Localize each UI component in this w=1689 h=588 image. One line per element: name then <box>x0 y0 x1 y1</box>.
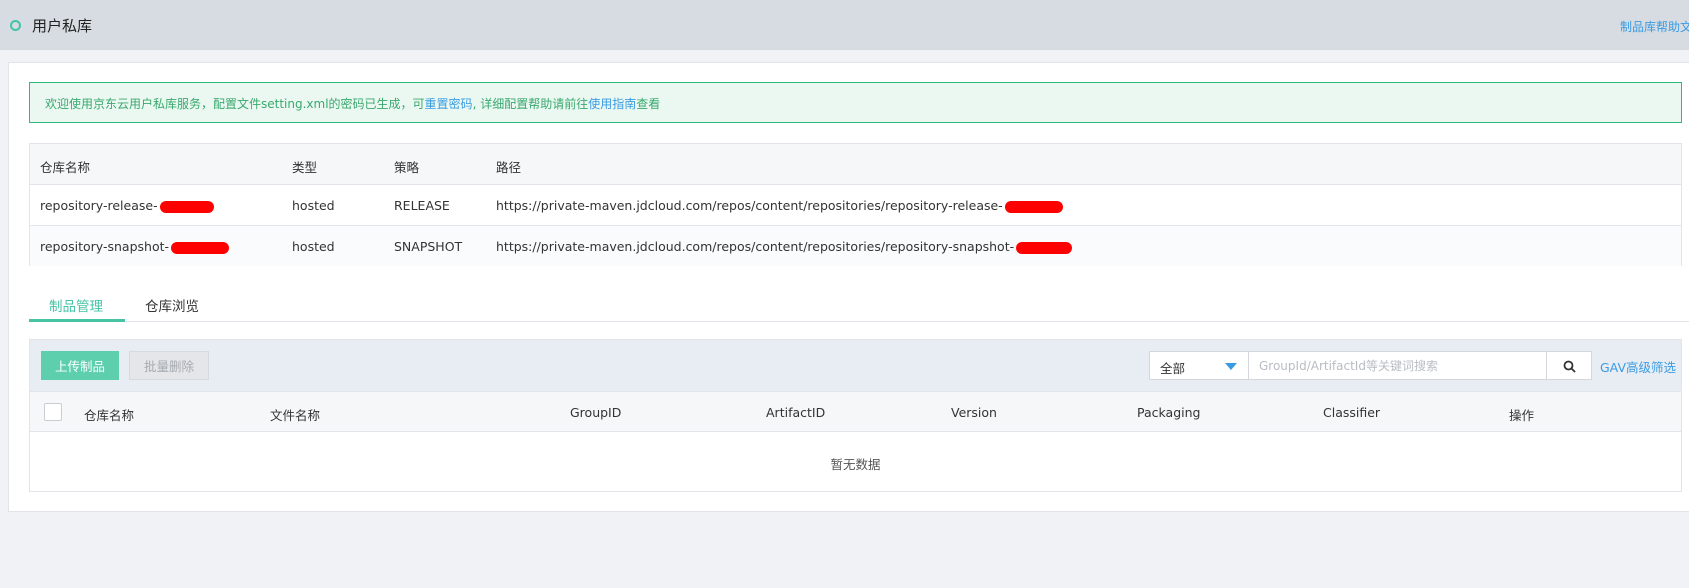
artifact-table-empty: 暂无数据 <box>29 432 1682 492</box>
repo-filter-value: 全部 <box>1160 361 1186 376</box>
col-packaging: Packaging <box>1137 405 1201 420</box>
repo-path-cell: https://private-maven.jdcloud.com/repos/… <box>496 198 1063 213</box>
page-header: 用户私库 制品库帮助文 <box>0 0 1689 50</box>
redaction-mark <box>1004 200 1063 213</box>
col-policy: 策略 <box>394 160 420 175</box>
tab-repository-browse[interactable]: 仓库浏览 <box>145 295 199 315</box>
select-all-checkbox[interactable] <box>44 403 62 421</box>
repo-filter-select[interactable]: 全部 <box>1149 351 1249 380</box>
repo-name-cell: repository-snapshot- <box>40 239 230 254</box>
col-version: Version <box>951 405 997 420</box>
table-row: repository-release- hosted RELEASE https… <box>30 185 1681 226</box>
search-button[interactable] <box>1546 351 1592 380</box>
caret-down-icon <box>1225 363 1237 370</box>
repo-name-text: repository-release- <box>40 198 158 213</box>
repo-type-cell: hosted <box>292 239 335 254</box>
bulk-delete-button[interactable]: 批量删除 <box>129 351 209 380</box>
col-file-name: 文件名称 <box>270 408 321 423</box>
repo-path-cell: https://private-maven.jdcloud.com/repos/… <box>496 239 1073 254</box>
col-path: 路径 <box>496 160 522 175</box>
repo-path-text: https://private-maven.jdcloud.com/repos/… <box>496 239 1015 254</box>
upload-artifact-button[interactable]: 上传制品 <box>41 351 119 380</box>
search-input[interactable] <box>1248 351 1547 380</box>
repo-path-text: https://private-maven.jdcloud.com/repos/… <box>496 198 1003 213</box>
col-group-id: GroupID <box>570 405 622 420</box>
table-row: repository-snapshot- hosted SNAPSHOT htt… <box>30 226 1681 266</box>
col-repo-name: 仓库名称 <box>40 160 91 175</box>
notice-text-before: 欢迎使用京东云用户私库服务，配置文件setting.xml的密码已生成，可 <box>45 97 425 111</box>
col-artifact-id: ArtifactID <box>766 405 826 420</box>
col-repo-name: 仓库名称 <box>84 408 135 423</box>
search-icon <box>1563 360 1576 373</box>
col-type: 类型 <box>292 160 318 175</box>
col-classifier: Classifier <box>1323 405 1381 420</box>
repo-policy-cell: SNAPSHOT <box>394 239 463 254</box>
help-doc-link[interactable]: 制品库帮助文 <box>1620 18 1689 35</box>
redaction-mark <box>159 200 214 213</box>
repo-policy-cell: RELEASE <box>394 198 450 213</box>
user-guide-link[interactable]: 使用指南 <box>588 97 636 111</box>
repository-table: 仓库名称 类型 策略 路径 repository-release- hosted… <box>29 143 1682 266</box>
empty-state-text: 暂无数据 <box>830 457 881 472</box>
repo-name-cell: repository-release- <box>40 198 214 213</box>
notice-text-middle: , 详细配置帮助请前往 <box>472 97 589 111</box>
tab-artifact-management[interactable]: 制品管理 <box>49 295 103 315</box>
page-title: 用户私库 <box>32 17 93 35</box>
gav-advanced-filter-link[interactable]: GAV高级筛选 <box>1600 357 1676 376</box>
reset-password-link[interactable]: 重置密码 <box>425 97 473 111</box>
tab-bar: 制品管理 仓库浏览 <box>29 282 1689 322</box>
col-operations: 操作 <box>1509 408 1535 423</box>
notice-text-after: 查看 <box>636 97 661 111</box>
artifact-toolbar: 上传制品 批量删除 全部 GAV高级筛选 <box>29 339 1682 391</box>
redaction-mark <box>1016 241 1073 254</box>
repo-type-cell: hosted <box>292 198 335 213</box>
repo-name-text: repository-snapshot- <box>40 239 170 254</box>
welcome-notice: 欢迎使用京东云用户私库服务，配置文件setting.xml的密码已生成，可重置密… <box>29 82 1682 123</box>
active-tab-indicator <box>29 319 125 322</box>
artifact-table-header: 仓库名称 文件名称 GroupID ArtifactID Version Pac… <box>29 391 1682 432</box>
status-ring-icon <box>10 20 21 31</box>
repository-table-header: 仓库名称 类型 策略 路径 <box>30 144 1681 185</box>
redaction-mark <box>171 241 230 254</box>
